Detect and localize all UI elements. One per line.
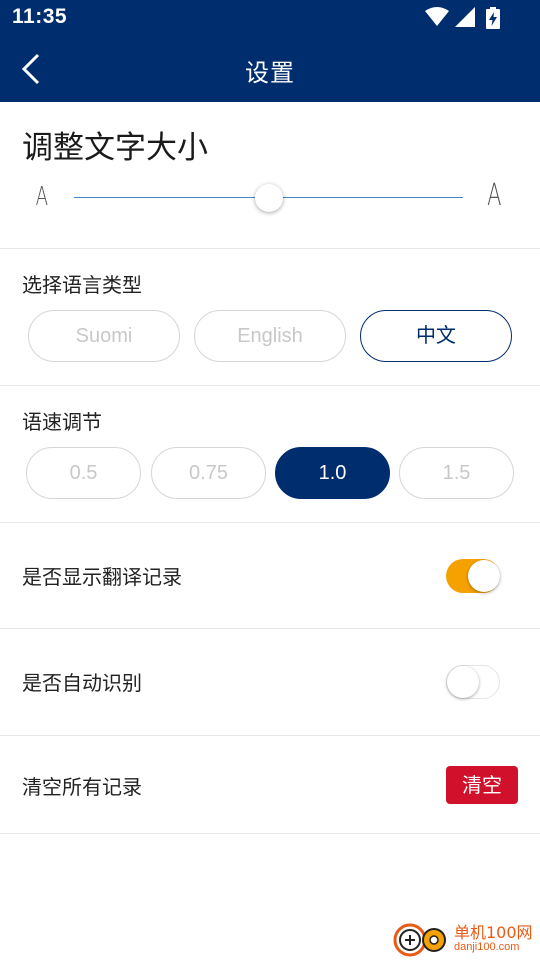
show-history-row: 是否显示翻译记录 bbox=[0, 523, 540, 629]
page-title: 设置 bbox=[245, 59, 295, 87]
status-bar: 11:35 bbox=[0, 0, 540, 36]
battery-charging-icon bbox=[486, 7, 500, 29]
large-font-icon: A bbox=[487, 178, 502, 213]
speed-option-1-0[interactable]: 1.0 bbox=[275, 447, 390, 499]
clear-button[interactable]: 清空 bbox=[446, 766, 518, 804]
watermark: 单机100网 danji100.com bbox=[390, 917, 540, 960]
small-font-icon: A bbox=[35, 182, 49, 212]
auto-detect-row: 是否自动识别 bbox=[0, 629, 540, 736]
auto-detect-label: 是否自动识别 bbox=[22, 671, 142, 695]
language-option-english[interactable]: English bbox=[194, 310, 346, 362]
speech-rate-label: 语速调节 bbox=[22, 410, 102, 434]
speed-option-0-75[interactable]: 0.75 bbox=[151, 447, 266, 499]
font-size-section: 调整文字大小 A A bbox=[0, 102, 540, 249]
language-option-suomi[interactable]: Suomi bbox=[28, 310, 180, 362]
watermark-url: danji100.com bbox=[454, 941, 520, 953]
cell-signal-icon bbox=[455, 7, 475, 27]
app-header: 设置 bbox=[0, 36, 540, 102]
clear-records-label: 清空所有记录 bbox=[22, 775, 142, 799]
language-section: 选择语言类型 Suomi English 中文 bbox=[0, 249, 540, 386]
toggle-knob bbox=[468, 560, 500, 592]
font-size-slider-thumb[interactable] bbox=[254, 184, 283, 212]
watermark-text: 单机100网 bbox=[454, 923, 533, 942]
speech-rate-section: 语速调节 0.5 0.75 1.0 1.5 bbox=[0, 386, 540, 523]
language-option-chinese[interactable]: 中文 bbox=[360, 310, 512, 362]
watermark-logo bbox=[393, 923, 446, 957]
font-size-title: 调整文字大小 bbox=[22, 130, 208, 166]
show-history-label: 是否显示翻译记录 bbox=[22, 565, 182, 589]
auto-detect-toggle[interactable] bbox=[446, 665, 500, 699]
speed-option-0-5[interactable]: 0.5 bbox=[26, 447, 141, 499]
toggle-knob bbox=[447, 666, 479, 698]
language-label: 选择语言类型 bbox=[22, 273, 142, 297]
speed-option-1-5[interactable]: 1.5 bbox=[399, 447, 514, 499]
show-history-toggle[interactable] bbox=[446, 559, 500, 593]
status-time: 11:35 bbox=[12, 5, 68, 28]
clear-records-row: 清空所有记录 清空 bbox=[0, 736, 540, 834]
wifi-icon bbox=[425, 7, 449, 26]
